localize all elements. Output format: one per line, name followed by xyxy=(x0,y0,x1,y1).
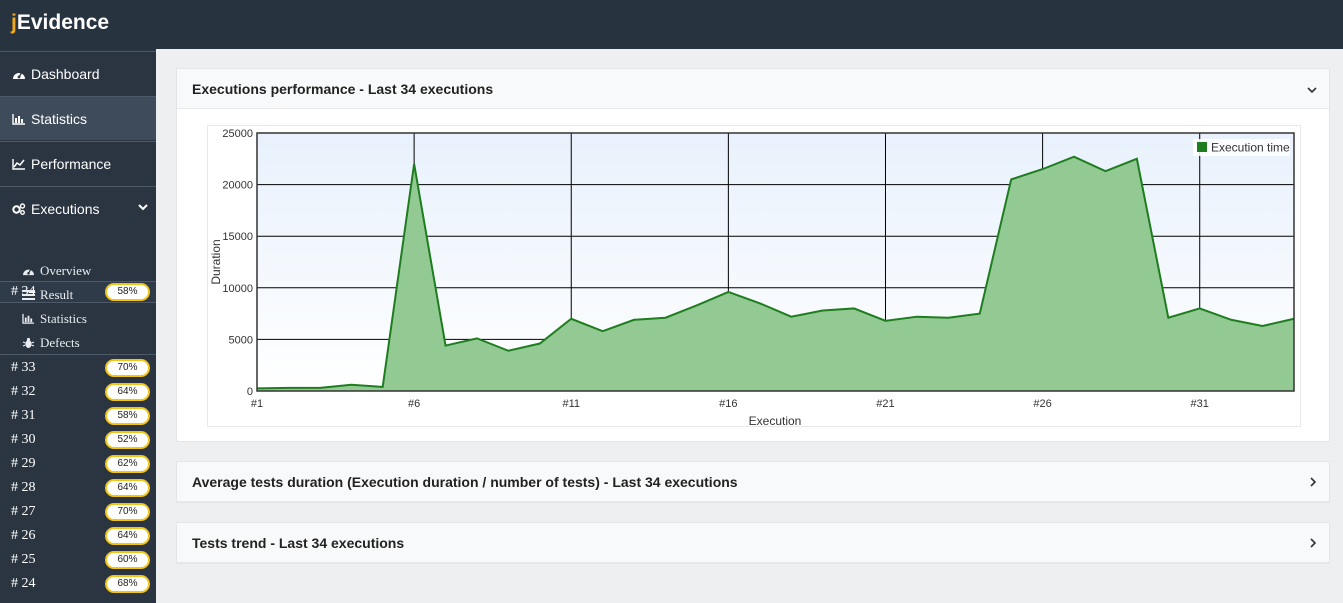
execution-number: # 33 xyxy=(11,360,36,375)
execution-number: # 24 xyxy=(11,576,36,591)
legend-label: Execution time xyxy=(1211,141,1290,155)
execution-list-item[interactable]: # 33 70% xyxy=(0,357,156,381)
y-tick-label: 0 xyxy=(247,386,253,398)
execution-number: # 29 xyxy=(11,456,36,471)
execution-number: # 28 xyxy=(11,480,36,495)
execution-list-item[interactable]: # 24 68% xyxy=(0,573,156,597)
bar-chart-icon xyxy=(22,313,36,325)
top-bar: jEvidence xyxy=(0,0,1343,49)
sidebar-item-label: Performance xyxy=(31,155,112,172)
sidebar-item-label: Statistics xyxy=(31,110,88,127)
sidebar-item-statistics[interactable]: Statistics xyxy=(0,96,156,140)
y-tick-label: 10000 xyxy=(222,283,253,295)
y-axis-label: Duration xyxy=(209,239,223,284)
panel-title: Tests trend - Last 34 executions xyxy=(192,534,405,551)
performance-chart: 0 5000 10000 15000 20000 25000 #1 #6 #11 #16 #21 #… xyxy=(207,125,1301,428)
execution-number: # 31 xyxy=(11,408,36,423)
sub-item-statistics[interactable]: Statistics xyxy=(22,311,87,327)
tests-trend-panel: Tests trend - Last 34 executions xyxy=(176,522,1330,564)
gears-icon xyxy=(11,202,27,216)
panel-header[interactable]: Average tests duration (Execution durati… xyxy=(177,462,1329,502)
panel-header[interactable]: Executions performance - Last 34 executi… xyxy=(177,69,1329,109)
execution-list-item[interactable]: # 31 58% xyxy=(0,405,156,429)
x-tick-label: #11 xyxy=(562,398,580,410)
success-rate-badge: 68% xyxy=(105,575,150,593)
success-rate-badge: 70% xyxy=(105,503,150,521)
execution-list-item[interactable]: # 32 64% xyxy=(0,381,156,405)
sub-item-label: Result xyxy=(40,287,74,302)
success-rate-badge: 62% xyxy=(105,455,150,473)
success-rate-badge: 58% xyxy=(105,283,150,301)
y-tick-label: 25000 xyxy=(222,128,253,140)
chevron-right-icon[interactable] xyxy=(1309,535,1317,551)
x-tick-label: #6 xyxy=(408,398,420,410)
execution-number: # 26 xyxy=(11,528,36,543)
execution-list-item[interactable]: # 25 60% xyxy=(0,549,156,573)
sub-item-label: Defects xyxy=(40,335,80,350)
sub-item-label: Statistics xyxy=(40,311,87,326)
x-tick-label: #21 xyxy=(876,398,894,410)
y-tick-label: 15000 xyxy=(222,231,253,243)
sidebar-item-performance[interactable]: Performance xyxy=(0,141,156,185)
x-tick-label: #1 xyxy=(251,398,263,410)
y-tick-label: 20000 xyxy=(222,180,253,192)
success-rate-badge: 70% xyxy=(105,359,150,377)
chart-svg: 0500010000150002000025000 #1 #6 #11 #16 #21 #… xyxy=(209,128,1295,428)
chevron-down-icon xyxy=(138,200,148,214)
chevron-down-icon[interactable] xyxy=(1307,81,1317,97)
panel-title: Executions performance - Last 34 executi… xyxy=(192,80,494,97)
legend-swatch xyxy=(1197,142,1207,152)
x-tick-label: #31 xyxy=(1191,398,1209,410)
list-icon xyxy=(22,289,36,301)
bug-icon xyxy=(22,337,36,349)
x-tick-label: #16 xyxy=(719,398,737,410)
line-chart-icon xyxy=(11,157,27,171)
sub-item-label: Overview xyxy=(40,263,92,278)
average-tests-duration-panel: Average tests duration (Execution durati… xyxy=(176,461,1330,503)
success-rate-badge: 64% xyxy=(105,479,150,497)
x-tick-label: #26 xyxy=(1033,398,1051,410)
divider xyxy=(0,354,156,355)
chevron-right-icon[interactable] xyxy=(1309,474,1317,490)
execution-list-item[interactable]: # 28 64% xyxy=(0,477,156,501)
dashboard-icon xyxy=(22,265,36,277)
bar-chart-icon xyxy=(11,112,27,126)
dashboard-icon xyxy=(11,67,27,81)
sidebar-item-label: Dashboard xyxy=(31,65,100,82)
execution-number: # 25 xyxy=(11,552,36,567)
execution-number: # 32 xyxy=(11,384,36,399)
success-rate-badge: 58% xyxy=(105,407,150,425)
sub-item-result[interactable]: Result xyxy=(22,287,73,303)
success-rate-badge: 52% xyxy=(105,431,150,449)
chart-legend: Execution time xyxy=(1193,139,1290,156)
panel-title: Average tests duration (Execution durati… xyxy=(192,473,738,490)
success-rate-badge: 64% xyxy=(105,527,150,545)
success-rate-badge: 60% xyxy=(105,551,150,569)
x-axis-ticks: #1 #6 #11 #16 #21 #26 #31 xyxy=(251,398,1209,410)
sub-item-defects[interactable]: Defects xyxy=(22,335,80,351)
sidebar-item-dashboard[interactable]: Dashboard xyxy=(0,51,156,95)
execution-list-item[interactable]: # 26 64% xyxy=(0,525,156,549)
app-logo[interactable]: jEvidence xyxy=(11,11,109,35)
executions-performance-panel: Executions performance - Last 34 executi… xyxy=(176,68,1330,442)
sub-item-overview[interactable]: Overview xyxy=(22,263,91,279)
sidebar: Dashboard Statistics Performance Executi… xyxy=(0,49,156,603)
brand-name: Evidence xyxy=(16,11,110,34)
sidebar-item-label: Executions xyxy=(31,200,100,217)
execution-list-item[interactable]: # 29 62% xyxy=(0,453,156,477)
execution-number: # 27 xyxy=(11,504,36,519)
panel-header[interactable]: Tests trend - Last 34 executions xyxy=(177,523,1329,563)
execution-list-item[interactable]: # 27 70% xyxy=(0,501,156,525)
execution-list-item[interactable]: # 30 52% xyxy=(0,429,156,453)
y-axis-ticks: 0 5000 10000 15000 20000 25000 xyxy=(222,128,253,398)
x-axis-label: Execution xyxy=(749,414,802,428)
execution-number: # 30 xyxy=(11,432,36,447)
y-tick-label: 5000 xyxy=(229,334,253,346)
success-rate-badge: 64% xyxy=(105,383,150,401)
sidebar-item-executions[interactable]: Executions xyxy=(0,186,156,230)
